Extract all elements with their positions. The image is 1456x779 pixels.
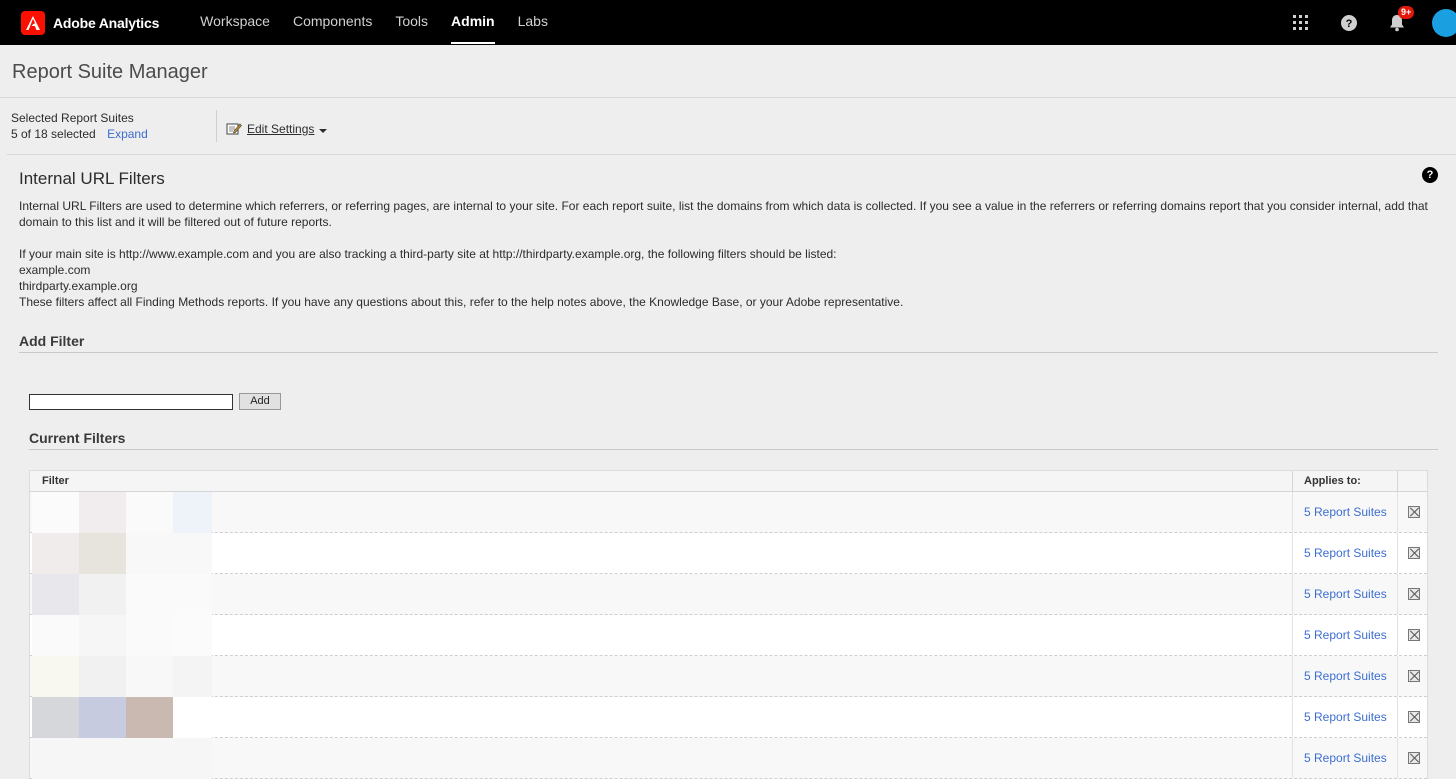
column-header-applies-to: Applies to: [1293,471,1398,491]
nav-components[interactable]: Components [293,0,372,45]
redacted-pixel-block [32,492,212,533]
top-navigation-bar: Adobe Analytics Workspace Components Too… [0,0,1456,45]
filter-input[interactable] [29,394,233,410]
divider [19,352,1438,353]
divider [0,97,1456,98]
applies-to-link[interactable]: 5 Report Suites [1293,656,1398,696]
nav-tools[interactable]: Tools [395,0,428,45]
selected-report-suites: Selected Report Suites 5 of 18 selected … [11,111,148,141]
table-row: 5 Report Suites [30,697,1427,738]
divider [29,449,1438,450]
edit-icon [226,123,242,135]
add-button[interactable]: Add [239,393,281,410]
main-nav: Workspace Components Tools Admin Labs [200,0,571,45]
description-paragraph: If your main site is http://www.example.… [19,247,837,261]
example-filter: example.com [19,263,91,277]
filter-cell-redacted [30,697,1293,738]
selected-count: 5 of 18 selected [11,127,96,141]
filter-cell-redacted [30,492,1293,533]
redacted-pixel-block [32,656,212,697]
applies-to-link[interactable]: 5 Report Suites [1293,738,1398,778]
selected-suites-label: Selected Report Suites [11,111,134,125]
delete-icon[interactable] [1407,629,1420,641]
applies-to-link[interactable]: 5 Report Suites [1293,492,1398,532]
avatar[interactable] [1432,9,1456,37]
delete-icon[interactable] [1407,588,1420,600]
example-filter: thirdparty.example.org [19,279,138,293]
description-paragraph: These filters affect all Finding Methods… [19,295,904,309]
redacted-pixel-block [32,697,212,738]
divider [7,154,1456,155]
table-row: 5 Report Suites [30,492,1427,533]
table-row: 5 Report Suites [30,574,1427,615]
section-title: Internal URL Filters [19,169,165,188]
help-icon[interactable]: ? [1422,167,1438,183]
applies-to-link[interactable]: 5 Report Suites [1293,697,1398,737]
apps-grid-icon[interactable] [1290,12,1312,34]
nav-labs[interactable]: Labs [518,0,548,45]
description-paragraph: Internal URL Filters are used to determi… [19,199,1428,229]
table-row: 5 Report Suites [30,533,1427,574]
notification-badge: 9+ [1398,6,1415,19]
bell-icon[interactable]: 9+ [1386,6,1415,34]
svg-text:?: ? [1346,18,1353,30]
delete-icon[interactable] [1407,506,1420,518]
applies-to-link[interactable]: 5 Report Suites [1293,615,1398,655]
filter-cell-redacted [30,738,1293,779]
nav-admin[interactable]: Admin [451,0,495,45]
filters-table: Filter Applies to: 5 Report Suites 5 Repo… [29,470,1428,779]
delete-icon[interactable] [1407,711,1420,723]
redacted-pixel-block [32,574,212,615]
edit-settings-label: Edit Settings [247,122,315,136]
column-header-filter[interactable]: Filter [30,471,1293,491]
filter-cell-redacted [30,615,1293,656]
table-row: 5 Report Suites [30,615,1427,656]
page-title: Report Suite Manager [12,61,208,83]
nav-workspace[interactable]: Workspace [200,0,270,45]
redacted-pixel-block [32,615,212,656]
filter-cell-redacted [30,574,1293,615]
applies-to-link[interactable]: 5 Report Suites [1293,533,1398,573]
delete-icon[interactable] [1407,547,1420,559]
current-filters-heading: Current Filters [29,430,126,446]
divider [216,110,217,142]
section-description: Internal URL Filters are used to determi… [19,198,1429,310]
filter-cell-redacted [30,656,1293,697]
adobe-logo-icon [21,10,45,35]
add-filter-heading: Add Filter [19,333,85,349]
brand[interactable]: Adobe Analytics [21,10,160,35]
table-header: Filter Applies to: [30,471,1427,492]
chevron-down-icon [319,128,328,133]
table-row: 5 Report Suites [30,656,1427,697]
applies-to-link[interactable]: 5 Report Suites [1293,574,1398,614]
delete-icon[interactable] [1407,670,1420,682]
app-title: Adobe Analytics [53,14,160,31]
expand-link[interactable]: Expand [107,127,148,141]
help-icon[interactable]: ? [1338,12,1360,34]
delete-icon[interactable] [1407,752,1420,764]
redacted-pixel-block [32,533,212,574]
filter-cell-redacted [30,533,1293,574]
edit-settings-button[interactable]: Edit Settings [226,122,328,136]
